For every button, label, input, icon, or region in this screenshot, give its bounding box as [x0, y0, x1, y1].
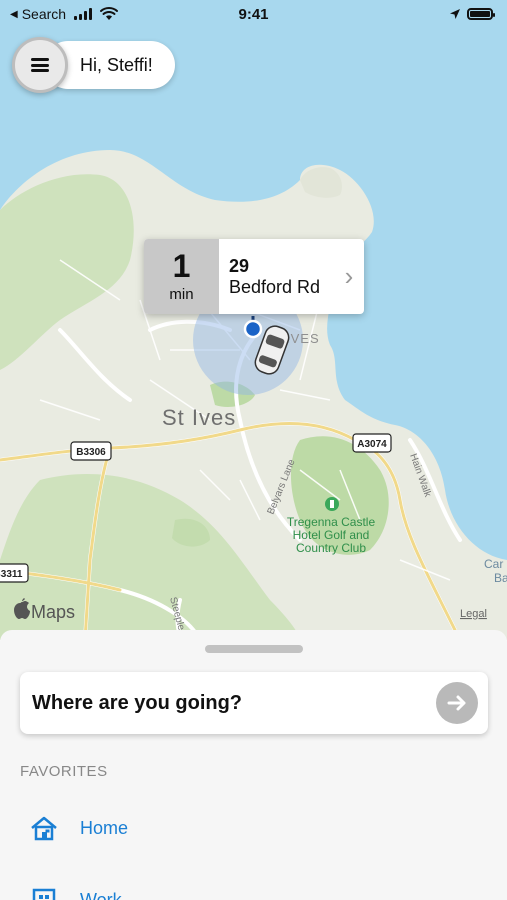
road-shield-b3311: B3311: [0, 563, 29, 583]
eta-card[interactable]: 1 min 29 Bedford Rd ›: [144, 239, 364, 314]
hamburger-icon: [31, 58, 49, 72]
legal-link: Legal: [460, 608, 487, 620]
bottom-sheet: Where are you going? FAVORITES Home Work: [0, 630, 507, 900]
favorite-label: Home: [80, 817, 129, 838]
sheet-grabber[interactable]: [205, 645, 303, 653]
town-partial-label: IVES: [286, 331, 320, 346]
battery-icon: [467, 8, 495, 20]
map-view[interactable]: St Ives IVES Belyars Lane Hain Walk Stee…: [0, 0, 507, 640]
go-button[interactable]: [436, 682, 478, 724]
back-arrow-icon: ◀: [10, 8, 18, 20]
eta-minutes: 1: [172, 248, 191, 284]
favorite-label: Work: [80, 889, 122, 900]
status-bar: ◀ Search 9:41: [0, 0, 507, 28]
greeting-bar: Hi, Steffi!: [12, 37, 175, 93]
location-arrow-icon: [450, 9, 460, 19]
bay-label: Ba: [494, 571, 507, 585]
road-shield-a3074: A3074: [352, 433, 392, 453]
cellular-signal-icon: [74, 8, 93, 20]
chevron-right-icon: ›: [344, 261, 354, 291]
eta-address: 29 Bedford Rd: [219, 239, 334, 314]
menu-button[interactable]: [12, 37, 68, 93]
svg-text:B3306: B3306: [76, 447, 106, 458]
address-number: 29: [229, 255, 250, 276]
address-street: Bedford Rd: [229, 276, 321, 297]
eta-unit: min: [169, 286, 194, 303]
golf-label: Country Club: [296, 541, 366, 555]
town-label: St Ives: [162, 405, 236, 430]
work-icon: [30, 886, 58, 900]
svg-text:B3311: B3311: [0, 569, 23, 580]
favorites-heading: FAVORITES: [20, 763, 108, 780]
back-to-search[interactable]: ◀ Search: [10, 6, 119, 22]
golf-label: Tregenna Castle: [287, 515, 376, 529]
favorite-work[interactable]: Work: [30, 886, 122, 900]
svg-text:A3074: A3074: [357, 439, 387, 450]
home-icon: [30, 814, 58, 842]
destination-prompt: Where are you going?: [32, 691, 243, 714]
map-canvas[interactable]: St Ives IVES Belyars Lane Hain Walk Stee…: [0, 0, 507, 640]
svg-text:Maps: Maps: [31, 602, 75, 622]
favorite-home[interactable]: Home: [30, 814, 128, 842]
golf-label: Hotel Golf and: [293, 528, 370, 542]
road-shield-b3306: B3306: [70, 441, 112, 461]
wifi-icon: [100, 7, 119, 20]
back-label: Search: [21, 6, 67, 22]
eta-time-block: 1 min: [144, 239, 219, 314]
arrow-right-icon: [447, 695, 466, 711]
bay-label: Car: [484, 557, 503, 571]
destination-search[interactable]: Where are you going?: [20, 672, 488, 734]
